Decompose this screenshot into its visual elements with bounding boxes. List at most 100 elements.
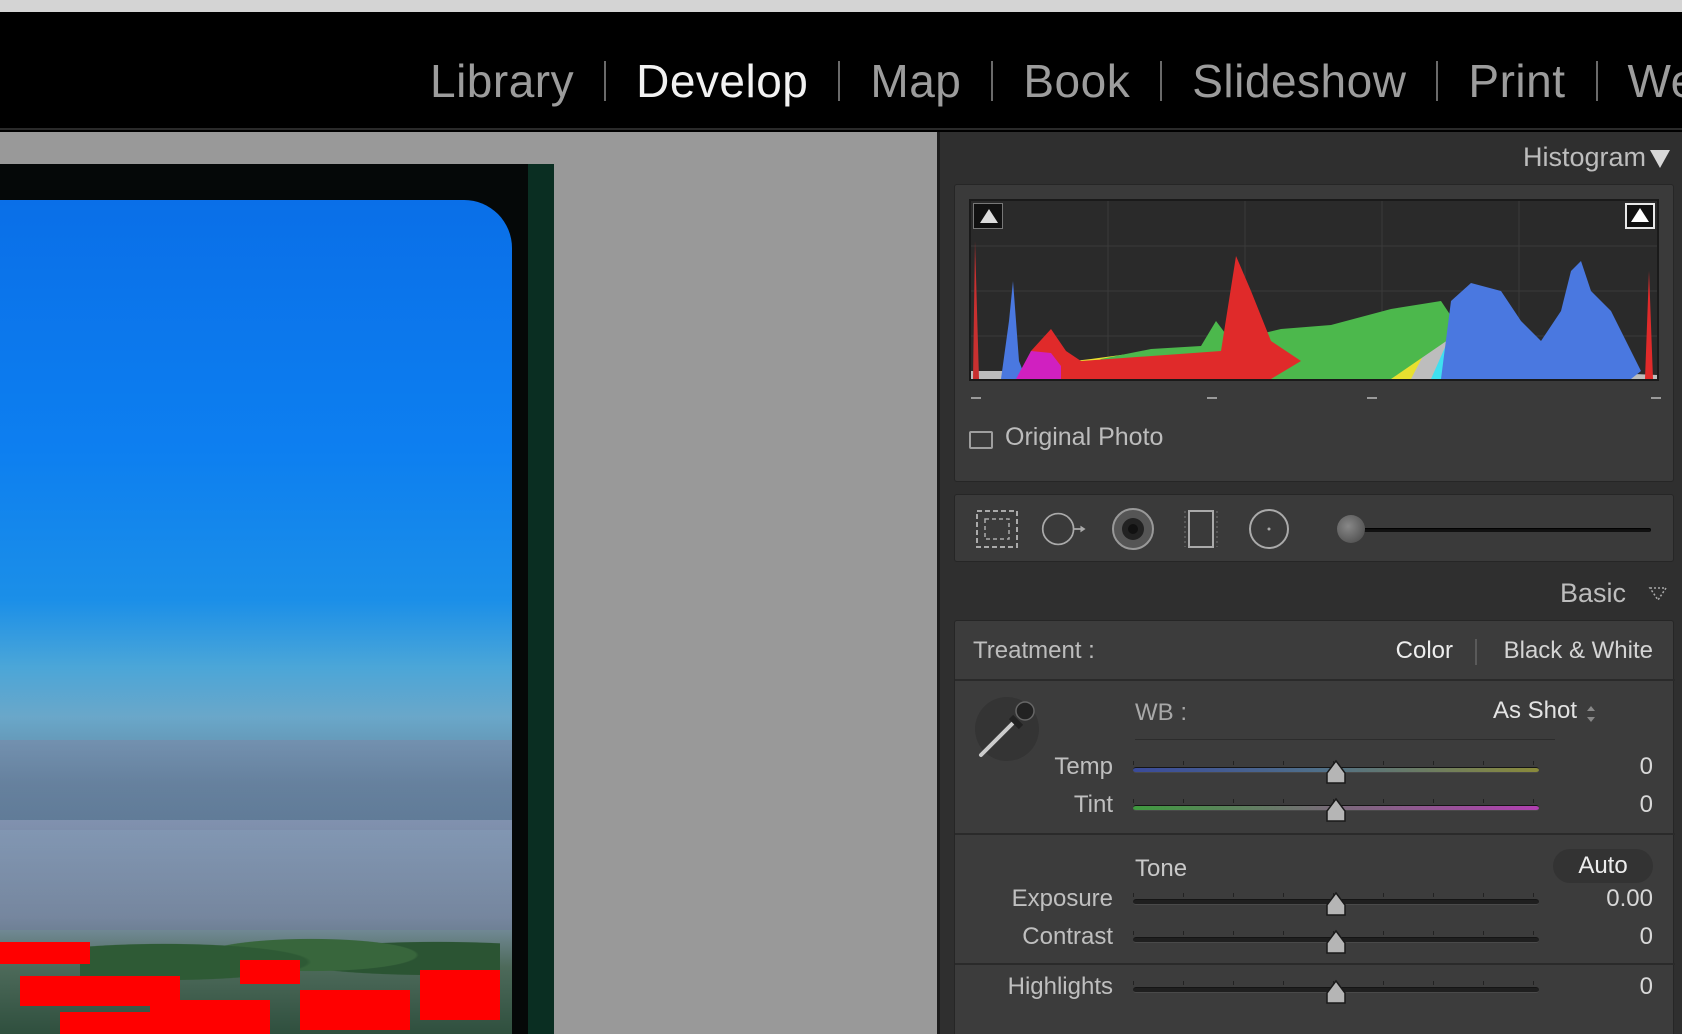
tint-value[interactable]: 0 [1640, 791, 1653, 819]
crop-overlay-icon[interactable] [973, 507, 1021, 551]
wb-preset-select[interactable]: As Shot [1493, 697, 1577, 725]
contrast-slider-thumb[interactable] [1325, 929, 1347, 957]
histogram-panel: Original Photo [954, 184, 1674, 482]
slider-tick [1433, 799, 1434, 803]
select-arrows-icon[interactable] [1585, 703, 1597, 725]
original-photo-checkbox[interactable] [969, 431, 993, 449]
exposure-label: Exposure [1011, 885, 1113, 912]
contrast-label: Contrast [1022, 923, 1113, 950]
treatment-color-button[interactable]: Color [1396, 637, 1453, 665]
right-panel: Histogram Original Photo Basic Treatment… [940, 132, 1682, 1034]
slider-tick [1483, 981, 1484, 985]
treatment-separator [1475, 639, 1477, 665]
module-web[interactable]: We [1628, 54, 1682, 108]
collapse-triangle-icon[interactable] [1650, 150, 1670, 168]
slider-tick [1133, 799, 1134, 803]
section-divider [955, 833, 1675, 835]
tool-strip [954, 494, 1674, 562]
highlight-clipping-overlay [60, 1012, 150, 1034]
slider-tick [1183, 981, 1184, 985]
histogram-red [1021, 256, 1301, 379]
adjustment-brush-icon[interactable] [1337, 515, 1365, 543]
triangle-up-icon [980, 209, 998, 223]
highlight-clipping-overlay [240, 960, 300, 984]
histogram-tick [1207, 397, 1217, 399]
exposure-value[interactable]: 0.00 [1606, 885, 1653, 913]
module-list: Library Develop Map Book Slideshow Print… [430, 54, 1682, 108]
treatment-bw-button[interactable]: Black & White [1504, 637, 1653, 665]
module-slideshow[interactable]: Slideshow [1192, 54, 1406, 108]
module-separator [838, 61, 841, 101]
slider-tick [1283, 893, 1284, 897]
contrast-value[interactable]: 0 [1640, 923, 1653, 951]
wb-label: WB : [1135, 699, 1187, 726]
highlight-clipping-overlay [420, 970, 500, 1020]
basic-panel-title[interactable]: Basic [1560, 578, 1626, 609]
histogram-red-spike [1645, 271, 1653, 379]
wb-eyedropper-button[interactable] [975, 697, 1039, 761]
slider-tick [1283, 931, 1284, 935]
module-print[interactable]: Print [1468, 54, 1565, 108]
highlights-slider-thumb[interactable] [1325, 979, 1347, 1007]
slider-tick [1433, 893, 1434, 897]
module-separator [1160, 61, 1163, 101]
tint-slider-thumb[interactable] [1325, 797, 1347, 825]
histogram-left-edge [973, 241, 979, 379]
module-book[interactable]: Book [1023, 54, 1130, 108]
module-map[interactable]: Map [870, 54, 961, 108]
temp-value[interactable]: 0 [1640, 753, 1653, 781]
slider-tick [1233, 981, 1234, 985]
module-separator [604, 61, 607, 101]
temp-slider-thumb[interactable] [1325, 759, 1347, 787]
slider-tick [1533, 893, 1534, 897]
red-eye-correction-icon[interactable] [1109, 507, 1157, 551]
module-separator [1436, 61, 1439, 101]
slider-tick [1133, 893, 1134, 897]
slider-tick [1483, 931, 1484, 935]
histogram-title[interactable]: Histogram [1523, 142, 1646, 173]
tone-label: Tone [1135, 855, 1188, 882]
histogram-chart [971, 201, 1657, 379]
slider-tick [1533, 981, 1534, 985]
module-separator [991, 61, 994, 101]
highlights-value[interactable]: 0 [1640, 973, 1653, 1001]
slider-tick [1483, 799, 1484, 803]
highlight-clipping-overlay [150, 1000, 270, 1034]
exposure-slider-thumb[interactable] [1325, 891, 1347, 919]
wb-underline [1135, 739, 1555, 740]
histogram-graph[interactable] [969, 199, 1659, 381]
slider-tick [1183, 761, 1184, 765]
original-photo-label[interactable]: Original Photo [1005, 423, 1163, 452]
panel-collapse-icon[interactable] [1648, 584, 1668, 604]
image-canvas[interactable] [0, 132, 937, 1034]
treatment-label: Treatment : [973, 637, 1095, 664]
photo-preview[interactable] [0, 200, 512, 1034]
slider-tick [1383, 761, 1384, 765]
eyedropper-icon [979, 701, 1035, 757]
slider-tick [1383, 981, 1384, 985]
slider-tick [1283, 981, 1284, 985]
slider-tick [1533, 931, 1534, 935]
slider-tick [1433, 931, 1434, 935]
slider-tick [1133, 761, 1134, 765]
slider-tick [1233, 931, 1234, 935]
module-develop[interactable]: Develop [636, 54, 808, 108]
slider-tick [1383, 931, 1384, 935]
adjustment-brush-size-slider[interactable] [1355, 528, 1651, 532]
highlights-label: Highlights [1007, 973, 1113, 1000]
graduated-filter-icon[interactable] [1177, 507, 1225, 551]
module-library[interactable]: Library [430, 54, 574, 108]
spot-removal-icon[interactable] [1041, 507, 1089, 551]
tone-auto-button[interactable]: Auto [1553, 849, 1653, 883]
slider-tick [1133, 981, 1134, 985]
highlight-clipping-overlay [0, 942, 90, 964]
highlight-clipping-toggle[interactable] [1625, 203, 1655, 229]
window-title-strip [0, 0, 1682, 12]
slider-tick [1533, 799, 1534, 803]
radial-filter-icon[interactable] [1245, 507, 1293, 551]
slider-tick [1383, 893, 1384, 897]
section-divider [955, 679, 1675, 681]
triangle-up-icon [1631, 208, 1649, 222]
slider-tick [1383, 799, 1384, 803]
shadow-clipping-toggle[interactable] [973, 203, 1003, 229]
